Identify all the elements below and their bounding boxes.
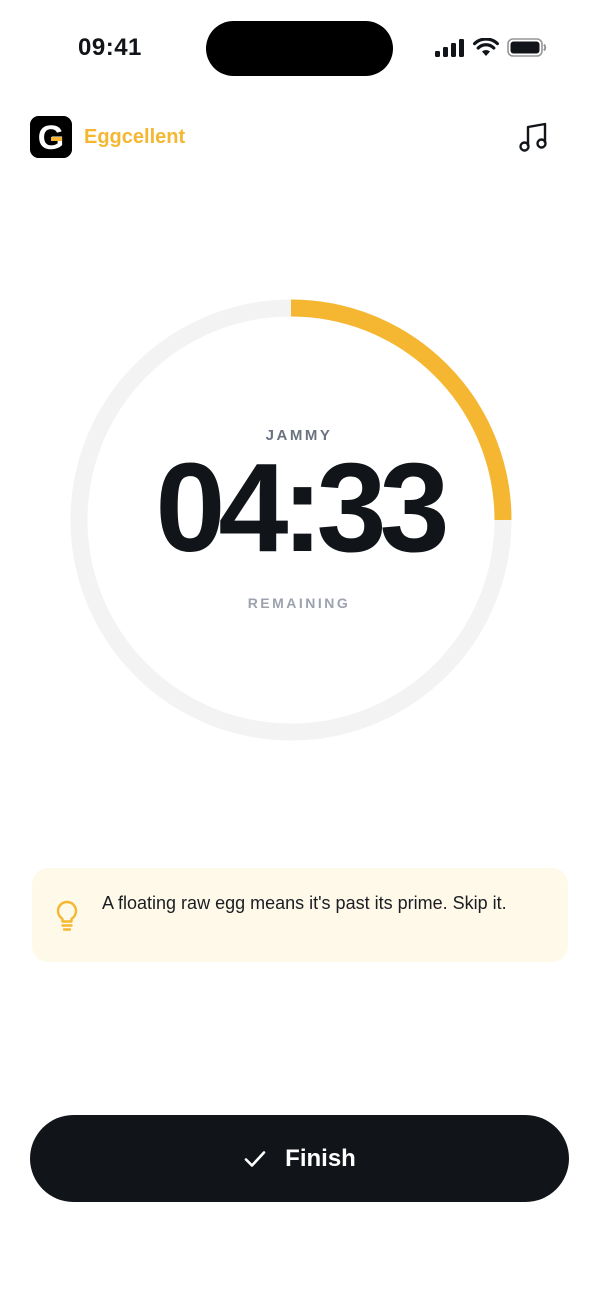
- dynamic-island: [206, 21, 393, 76]
- check-icon: [244, 1150, 266, 1167]
- status-bar: 09:41: [0, 0, 599, 96]
- status-time: 09:41: [78, 34, 142, 61]
- tip-text: A floating raw egg means it's past its p…: [102, 893, 507, 913]
- finish-button[interactable]: Finish: [30, 1115, 569, 1202]
- tip-card: A floating raw egg means it's past its p…: [32, 868, 568, 962]
- app-header: G Eggcellent: [30, 116, 570, 160]
- brand-name: Eggcellent: [84, 126, 186, 148]
- wifi-icon: [473, 38, 499, 56]
- music-note-icon: [519, 122, 547, 152]
- lightbulb-icon: [56, 900, 78, 931]
- time-remaining: 04:33: [155, 437, 449, 578]
- finish-button-label: Finish: [285, 1144, 356, 1172]
- status-icons: [435, 38, 547, 57]
- logo-mark: G: [30, 116, 72, 158]
- app-logo: G: [30, 116, 72, 158]
- battery-icon: [507, 38, 547, 57]
- cellular-signal-icon: [435, 38, 464, 57]
- music-button[interactable]: [518, 120, 552, 154]
- remaining-label: REMAINING: [247, 595, 351, 611]
